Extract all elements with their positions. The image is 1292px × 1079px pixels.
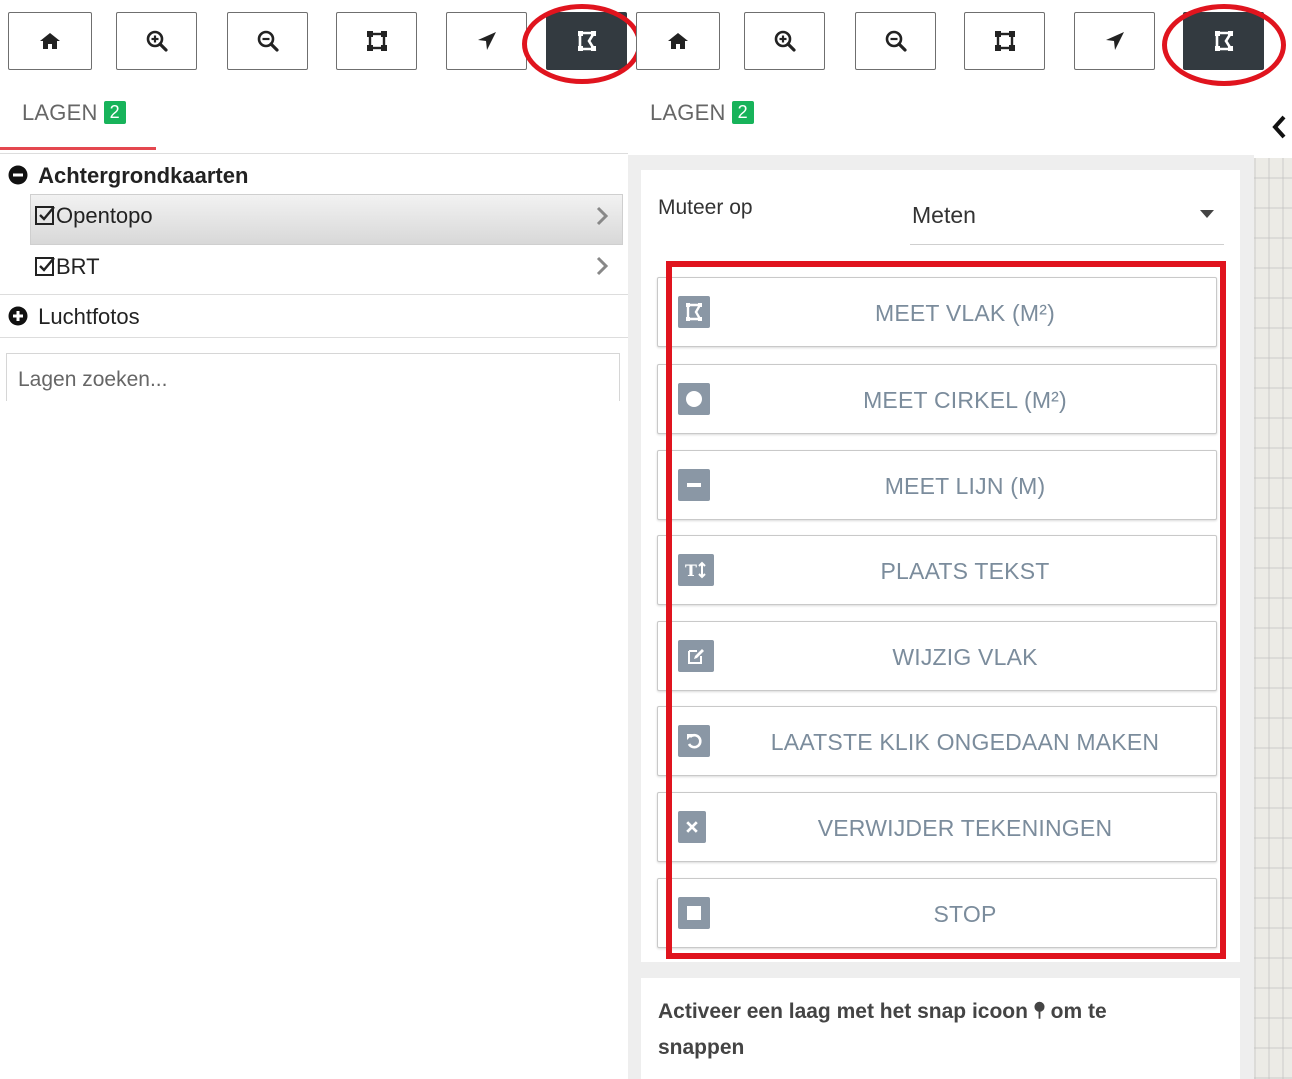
locate-button-2[interactable]	[1074, 12, 1155, 70]
group-luchtfotos[interactable]: Luchtfotos	[8, 304, 140, 330]
collapse-panel-icon[interactable]	[1270, 114, 1288, 140]
divider	[0, 294, 628, 295]
caret-down-icon	[1200, 210, 1214, 218]
active-tab-indicator	[0, 147, 156, 150]
minus-circle-icon	[8, 165, 28, 185]
layer-item-brt[interactable]: BRT	[34, 254, 100, 280]
measure-tool-icon	[1214, 31, 1233, 51]
zoom-in-button[interactable]	[116, 12, 197, 70]
map-background[interactable]	[1254, 158, 1292, 1079]
zoom-out-button[interactable]	[227, 12, 308, 70]
pin-icon	[1034, 1001, 1045, 1019]
full-extent-icon	[994, 31, 1015, 51]
zoom-in-icon	[146, 30, 168, 52]
snap-text-part: Activeer een laag met het snap icoon	[658, 1000, 1028, 1023]
tab-label: LAGEN	[650, 100, 726, 125]
tab-label: LAGEN	[22, 100, 98, 125]
snap-info-text: Activeer een laag met het snap icoon om …	[658, 994, 1218, 1066]
search-placeholder: Lagen zoeken...	[18, 368, 168, 391]
checked-checkbox-icon	[35, 206, 55, 225]
snap-text-part: om te	[1050, 1000, 1107, 1023]
mutate-select-value: Meten	[912, 202, 976, 228]
home-icon	[668, 33, 688, 49]
home-icon	[40, 33, 60, 49]
layer-count-badge: 2	[103, 101, 126, 124]
tab-divider	[0, 153, 628, 154]
locate-button[interactable]	[446, 12, 527, 70]
chevron-right-icon[interactable]	[594, 255, 610, 277]
locate-arrow-icon	[477, 32, 496, 50]
group-achtergrondkaarten[interactable]: Achtergrondkaarten	[8, 163, 248, 189]
mutate-label: Muteer op	[658, 196, 753, 219]
group-label: Luchtfotos	[38, 304, 140, 329]
measure-tool-button[interactable]	[546, 12, 627, 70]
layer-label: Opentopo	[56, 203, 153, 228]
full-extent-button-2[interactable]	[964, 12, 1045, 70]
layer-count-badge: 2	[731, 101, 754, 124]
measure-tool-button-2[interactable]	[1183, 12, 1264, 70]
highlight-box	[666, 261, 1226, 959]
group-label: Achtergrondkaarten	[38, 163, 249, 188]
divider	[0, 337, 628, 338]
layer-item-opentopo[interactable]: Opentopo	[34, 203, 153, 229]
plus-circle-icon	[8, 306, 28, 326]
home-button[interactable]	[8, 12, 92, 70]
locate-arrow-icon	[1105, 32, 1124, 50]
measure-tool-icon	[577, 31, 596, 51]
mutate-select[interactable]: Meten	[910, 198, 1224, 245]
full-extent-button[interactable]	[336, 12, 417, 70]
snap-info-card: Activeer een laag met het snap icoon om …	[641, 978, 1240, 1079]
layer-search-input[interactable]: Lagen zoeken...	[6, 353, 620, 401]
checked-checkbox-icon	[35, 257, 55, 276]
tab-lagen[interactable]: LAGEN 2	[22, 100, 126, 126]
full-extent-icon	[366, 31, 387, 51]
zoom-in-icon	[774, 30, 796, 52]
layer-label: BRT	[56, 254, 100, 279]
zoom-out-button-2[interactable]	[855, 12, 936, 70]
zoom-out-icon	[257, 30, 279, 52]
home-button-2[interactable]	[636, 12, 720, 70]
tab-lagen-2[interactable]: LAGEN 2	[650, 100, 754, 126]
snap-text-part: snappen	[658, 1036, 745, 1059]
chevron-right-icon[interactable]	[594, 205, 610, 227]
zoom-in-button-2[interactable]	[744, 12, 825, 70]
zoom-out-icon	[885, 30, 907, 52]
